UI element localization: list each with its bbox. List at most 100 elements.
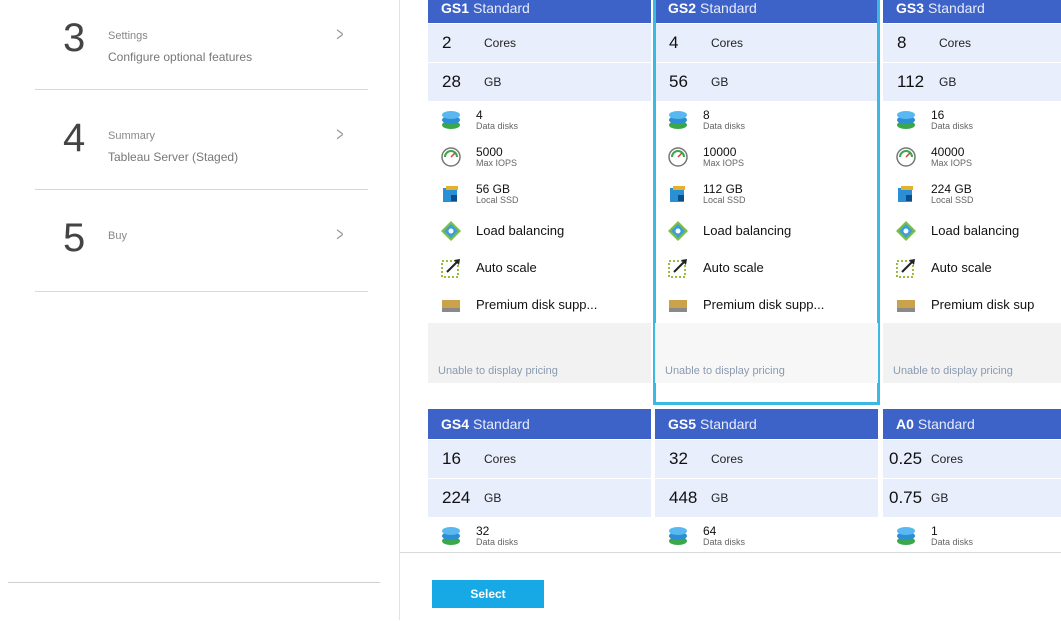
size-card-gs3[interactable]: GS3 Standard 8 Cores 112 GB 16 Data disks 40… bbox=[883, 0, 1061, 383]
memory-value: 28 bbox=[442, 72, 461, 91]
step-title: Settings bbox=[108, 30, 148, 42]
iops-feature: 40000 Max IOPS bbox=[883, 138, 1061, 175]
card-header: GS3 Standard bbox=[883, 0, 1061, 23]
size-card-gs5[interactable]: GS5 Standard 32 Cores 448 GB 64 Data disks bbox=[655, 409, 878, 552]
cores-row: 2 Cores bbox=[428, 23, 651, 62]
chevron-right-icon: > bbox=[336, 24, 344, 46]
data-disks-icon bbox=[669, 526, 687, 545]
step-number: 5 bbox=[63, 216, 86, 260]
tier-label: Standard bbox=[917, 416, 975, 432]
load-balancing-feature: Load balancing bbox=[428, 212, 651, 249]
data-disks-icon bbox=[897, 110, 915, 129]
ssd-label: Local SSD bbox=[476, 194, 519, 205]
load-balancing-icon bbox=[668, 220, 688, 241]
load-balancing-icon bbox=[441, 220, 461, 241]
data-disks-feature: 16 Data disks bbox=[883, 101, 1061, 138]
sku-name: GS2 bbox=[668, 0, 697, 16]
select-button[interactable]: Select bbox=[432, 580, 544, 608]
size-card-gs1[interactable]: GS1 Standard 2 Cores 28 GB 4 Data disks 5000… bbox=[428, 0, 651, 383]
load-balancing-feature: Load balancing bbox=[883, 212, 1061, 249]
data-disks-icon bbox=[442, 110, 460, 129]
memory-value: 448 bbox=[669, 488, 698, 507]
tier-label: Standard bbox=[928, 0, 985, 16]
chevron-right-icon: > bbox=[336, 124, 344, 146]
sku-name: GS1 bbox=[441, 0, 470, 16]
local-ssd-feature: 56 GB Local SSD bbox=[428, 175, 651, 212]
data-disks-value: 16 bbox=[931, 107, 945, 122]
wizard-step-settings[interactable]: 3 Settings Configure optional features > bbox=[35, 0, 368, 100]
size-card-a0[interactable]: A0 Standard 0.25 Cores 0.75 GB 1 Data disks bbox=[883, 409, 1061, 552]
memory-value: 0.75 bbox=[889, 488, 923, 507]
memory-row: 28 GB bbox=[428, 62, 651, 101]
card-header: A0 Standard bbox=[883, 409, 1061, 439]
sku-name: A0 bbox=[896, 416, 914, 432]
data-disks-label: Data disks bbox=[476, 120, 519, 131]
data-disks-label: Data disks bbox=[931, 536, 974, 547]
data-disks-label: Data disks bbox=[931, 120, 974, 131]
divider bbox=[8, 582, 380, 583]
data-disks-label: Data disks bbox=[703, 536, 746, 547]
auto-scale-feature: Auto scale bbox=[883, 249, 1061, 286]
wizard-step-buy[interactable]: 5 Buy > bbox=[35, 200, 368, 300]
memory-unit: GB bbox=[939, 75, 957, 89]
data-disks-value: 64 bbox=[703, 523, 717, 538]
data-disks-value: 32 bbox=[476, 523, 490, 538]
auto-scale-label: Auto scale bbox=[703, 260, 764, 275]
ssd-value: 224 GB bbox=[931, 181, 972, 196]
action-bar: Select bbox=[400, 552, 1061, 621]
cores-unit: Cores bbox=[939, 36, 972, 50]
data-disks-value: 1 bbox=[931, 523, 938, 538]
memory-row: 448 GB bbox=[655, 478, 878, 517]
data-disks-feature: 32 Data disks bbox=[428, 517, 651, 552]
data-disks-icon bbox=[669, 110, 687, 129]
pricing-text: Unable to display pricing bbox=[665, 365, 785, 377]
card-header: GS1 Standard bbox=[428, 0, 651, 23]
memory-value: 56 bbox=[669, 72, 688, 91]
pricing-area: Unable to display pricing bbox=[655, 323, 878, 383]
card-header: GS2 Standard bbox=[655, 0, 878, 23]
cores-row: 8 Cores bbox=[883, 23, 1061, 62]
data-disks-feature: 1 Data disks bbox=[883, 517, 1061, 552]
premium-disk-label: Premium disk supp... bbox=[476, 297, 598, 312]
auto-scale-icon bbox=[441, 258, 460, 278]
size-card-gs2[interactable]: GS2 Standard 4 Cores 56 GB 8 Data disks 1000… bbox=[653, 0, 880, 405]
chevron-right-icon: > bbox=[336, 224, 344, 246]
iops-label: Max IOPS bbox=[931, 157, 973, 168]
auto-scale-label: Auto scale bbox=[476, 260, 537, 275]
ssd-icon bbox=[898, 185, 913, 202]
memory-value: 112 bbox=[897, 72, 925, 91]
gauge-icon bbox=[668, 146, 688, 167]
premium-disk-label: Premium disk sup bbox=[931, 297, 1035, 312]
gauge-icon bbox=[441, 146, 461, 167]
cores-row: 32 Cores bbox=[655, 439, 878, 478]
divider bbox=[35, 291, 368, 292]
data-disks-value: 8 bbox=[703, 107, 710, 122]
size-card-gs4[interactable]: GS4 Standard 16 Cores 224 GB 32 Data disks bbox=[428, 409, 651, 552]
cores-row: 4 Cores bbox=[655, 23, 878, 62]
wizard-pane: 3 Settings Configure optional features >… bbox=[0, 0, 400, 620]
ssd-label: Local SSD bbox=[931, 194, 974, 205]
iops-value: 40000 bbox=[931, 144, 965, 159]
cores-value: 16 bbox=[442, 449, 461, 468]
cores-value: 32 bbox=[669, 449, 688, 468]
step-title: Summary bbox=[108, 130, 156, 142]
cores-unit: Cores bbox=[931, 452, 964, 466]
memory-unit: GB bbox=[484, 75, 502, 89]
memory-unit: GB bbox=[711, 491, 729, 505]
wizard-step-summary[interactable]: 4 Summary Tableau Server (Staged) > bbox=[35, 100, 368, 200]
premium-disk-feature: Premium disk supp... bbox=[655, 286, 878, 323]
ssd-value: 56 GB bbox=[476, 181, 511, 196]
ssd-label: Local SSD bbox=[703, 194, 746, 205]
sku-name: GS3 bbox=[896, 0, 925, 16]
memory-unit: GB bbox=[931, 491, 949, 505]
auto-scale-label: Auto scale bbox=[931, 260, 992, 275]
premium-disk-icon bbox=[442, 299, 460, 312]
local-ssd-feature: 224 GB Local SSD bbox=[883, 175, 1061, 212]
divider bbox=[35, 89, 368, 90]
auto-scale-icon bbox=[668, 258, 687, 278]
step-number: 4 bbox=[63, 116, 86, 160]
ssd-icon bbox=[443, 185, 458, 202]
auto-scale-icon bbox=[896, 258, 915, 278]
local-ssd-feature: 112 GB Local SSD bbox=[655, 175, 878, 212]
cores-row: 0.25 Cores bbox=[883, 439, 1061, 478]
